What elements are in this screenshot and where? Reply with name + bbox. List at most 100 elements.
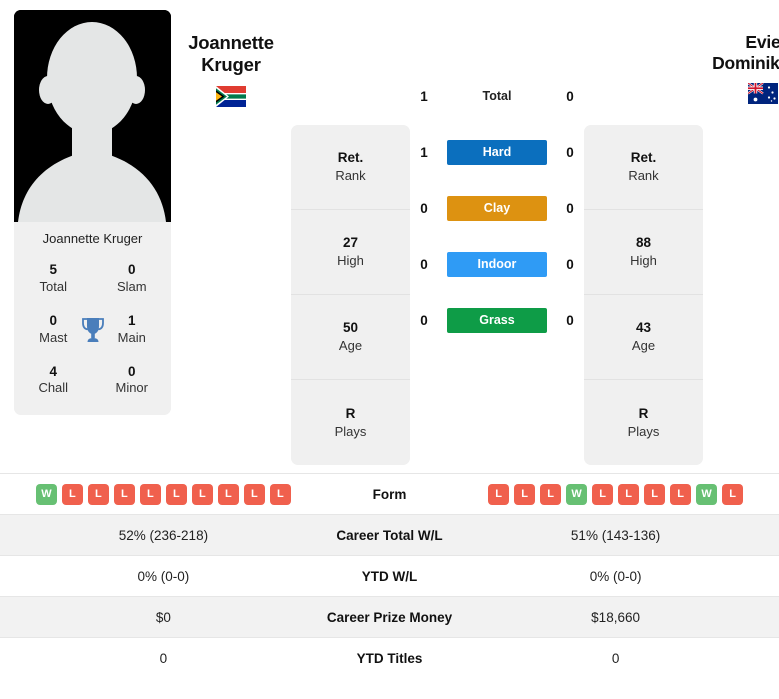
left-player-name: Joannette Kruger <box>188 32 274 76</box>
stat-value: 88 <box>635 235 652 251</box>
stat-label: High <box>630 253 657 268</box>
form-badge-l: L <box>243 483 265 505</box>
stat-label: Plays <box>627 423 660 439</box>
stat-row: 88 High <box>584 210 703 295</box>
comparison-table: WLLLLLLLLL Form LLLWLLLLWL 52% (236-218)… <box>0 473 779 679</box>
form-badge-l: L <box>514 483 536 505</box>
head-to-head-panel: 1 Total 0 1 Hard 0 0 Clay 0 0 Indoor 0 0 <box>414 10 580 348</box>
left-player-photo <box>14 10 171 222</box>
title-cell: 0 Slam <box>93 258 172 300</box>
table-row-career-total-wl: 52% (236-218) Career Total W/L 51% (143-… <box>0 514 779 556</box>
right-ytd-wl: 0% (0-0) <box>589 568 642 584</box>
stat-value: Ret. <box>630 150 657 166</box>
row-label-form: Form <box>372 486 407 502</box>
h2h-left-score: 1 <box>420 144 428 160</box>
right-form-strip: LLLWLLLLWL <box>452 483 779 505</box>
stat-value: 50 <box>342 320 359 336</box>
h2h-right-score: 0 <box>566 88 574 104</box>
h2h-label: Total <box>482 89 512 103</box>
table-row-ytd-titles: 0 YTD Titles 0 <box>0 637 779 679</box>
h2h-row-hard: 1 Hard 0 <box>414 124 580 180</box>
form-badge-l: L <box>670 483 692 505</box>
form-badge-w: W <box>35 483 57 505</box>
row-label-ytd-wl: YTD W/L <box>361 568 418 584</box>
right-career-total-wl: 51% (143-136) <box>570 527 661 543</box>
h2h-row-indoor: 0 Indoor 0 <box>414 236 580 292</box>
form-badge-w: W <box>696 483 718 505</box>
h2h-row-total: 1 Total 0 <box>414 68 580 124</box>
form-badge-l: L <box>139 483 161 505</box>
form-badge-l: L <box>191 483 213 505</box>
trophy-icon <box>80 316 106 344</box>
left-form-cell: WLLLLLLLLL <box>0 474 327 515</box>
left-ytd-wl: 0% (0-0) <box>137 568 190 584</box>
form-badge-l: L <box>540 483 562 505</box>
title-value: 0 <box>127 363 136 379</box>
form-badge-l: L <box>592 483 614 505</box>
h2h-right-score: 0 <box>566 256 574 272</box>
right-stat-card: Ret. Rank 88 High 43 Age R Plays <box>584 125 703 465</box>
row-label-ytd-titles: YTD Titles <box>356 650 423 666</box>
h2h-left-score: 0 <box>420 256 428 272</box>
stat-row: R Plays <box>291 380 410 465</box>
stat-row: R Plays <box>584 380 703 465</box>
form-badge-l: L <box>217 483 239 505</box>
h2h-left-score: 0 <box>420 312 428 328</box>
form-badge-l: L <box>722 483 744 505</box>
stat-label: Rank <box>628 168 659 183</box>
left-career-total-wl: 52% (236-218) <box>118 527 209 543</box>
right-ytd-titles: 0 <box>611 650 620 666</box>
title-cell: 5 Total <box>14 258 93 300</box>
australia-flag <box>748 83 778 105</box>
player-silhouette-icon <box>14 10 171 222</box>
surface-badge-hard[interactable]: Hard <box>447 139 547 165</box>
surface-badge-grass[interactable]: Grass <box>447 307 547 333</box>
right-form-cell: LLLWLLLLWL <box>452 474 779 515</box>
form-badge-l: L <box>165 483 187 505</box>
stat-value: 43 <box>635 320 652 336</box>
title-label: Minor <box>115 380 148 396</box>
left-titles-panel: 5 Total 0 Slam 0 Mast 1 Main 4 Chall 0 M… <box>14 256 171 416</box>
left-form-strip: WLLLLLLLLL <box>0 483 327 505</box>
table-row-form: WLLLLLLLLL Form LLLWLLLLWL <box>0 473 779 515</box>
stat-value: Ret. <box>337 150 364 166</box>
stat-row: 43 Age <box>584 295 703 380</box>
title-value: 4 <box>49 363 57 379</box>
form-badge-l: L <box>87 483 109 505</box>
form-badge-l: L <box>61 483 83 505</box>
stat-row: Ret. Rank <box>291 125 410 210</box>
h2h-row-grass: 0 Grass 0 <box>414 292 580 348</box>
h2h-left-score: 0 <box>420 200 428 216</box>
stat-value: 27 <box>342 235 359 251</box>
title-cell: 0 Minor <box>93 360 172 402</box>
stat-label: Rank <box>335 168 366 183</box>
title-label: Slam <box>116 278 147 294</box>
surface-badge-clay[interactable]: Clay <box>447 195 547 221</box>
title-cell: 4 Chall <box>14 360 93 402</box>
left-first-name: Joannette <box>188 32 274 53</box>
stat-label: Age <box>338 338 363 353</box>
surface-badge-indoor[interactable]: Indoor <box>447 251 547 277</box>
form-badge-l: L <box>269 483 291 505</box>
h2h-left-score: 1 <box>420 88 428 104</box>
south-africa-flag <box>216 85 246 107</box>
right-player-name-block: Evie Dominikovic <box>703 10 779 105</box>
title-label: Chall <box>38 380 69 396</box>
right-player-name: Evie Dominikovic <box>712 32 779 73</box>
player-comparison-page: Joannette Kruger 5 Total 0 Slam 0 Mast 1… <box>0 0 779 699</box>
left-player-column: Joannette Kruger 5 Total 0 Slam 0 Mast 1… <box>14 10 171 416</box>
title-label: Total <box>39 278 67 294</box>
left-player-card: Joannette Kruger 5 Total 0 Slam 0 Mast 1… <box>14 10 171 416</box>
form-badge-l: L <box>618 483 640 505</box>
right-first-name: Evie <box>745 32 779 52</box>
comparison-header: Joannette Kruger 5 Total 0 Slam 0 Mast 1… <box>0 0 779 465</box>
form-badge-l: L <box>644 483 666 505</box>
table-row-ytd-wl: 0% (0-0) YTD W/L 0% (0-0) <box>0 555 779 597</box>
left-player-name-block: Joannette Kruger <box>171 10 291 107</box>
h2h-row-clay: 0 Clay 0 <box>414 180 580 236</box>
left-titles-grid: 5 Total 0 Slam 0 Mast 1 Main 4 Chall 0 M… <box>14 258 171 401</box>
form-badge-w: W <box>566 483 588 505</box>
left-stat-card: Ret. Rank 27 High 50 Age R Plays <box>291 125 410 465</box>
form-badge-l: L <box>113 483 135 505</box>
stat-row: 27 High <box>291 210 410 295</box>
